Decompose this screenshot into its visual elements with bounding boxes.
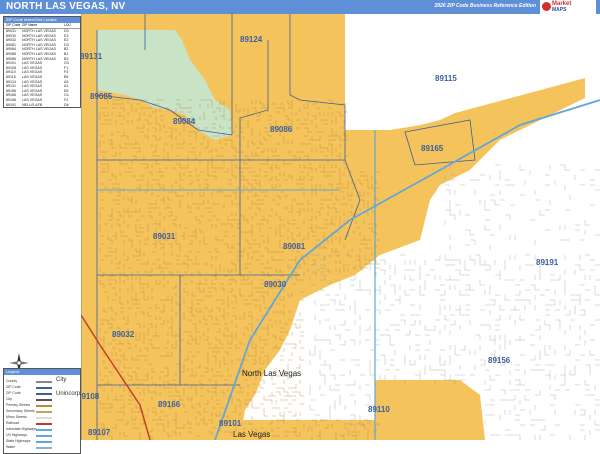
zip-code-label[interactable]: 89086 bbox=[270, 125, 292, 134]
zip-index-table: ZIP Code Index/Grid Locator ZIP Code ZIP… bbox=[3, 16, 81, 109]
zip-code-label[interactable]: 89081 bbox=[283, 242, 305, 251]
zip-code-label[interactable]: 89166 bbox=[158, 400, 180, 409]
legend-row-label: Interstate Highways bbox=[6, 427, 37, 431]
title-bar: NORTH LAS VEGAS, NV 2026 ZIP Code Busine… bbox=[0, 0, 600, 14]
city-label[interactable]: Las Vegas bbox=[233, 430, 270, 439]
legend-unincorp-label: Unincorp. bbox=[56, 391, 82, 397]
legend-row-label: Water bbox=[6, 445, 16, 449]
zip-code-label[interactable]: 89108 bbox=[81, 392, 99, 401]
zip-table-body: 89031 NORTH LAS VEGAS D3 89030 NORTH LAS VEG… bbox=[4, 29, 80, 107]
legend-row-label: City bbox=[6, 397, 13, 401]
publisher-logo: Market MAPS bbox=[540, 0, 596, 14]
legend-swatch bbox=[36, 399, 52, 401]
zip-code-label[interactable]: 89110 bbox=[368, 405, 390, 414]
legend-swatch bbox=[36, 393, 52, 395]
logo-line-2: MAPS bbox=[552, 7, 567, 13]
legend-row-label: Primary Streets bbox=[6, 403, 31, 407]
column-header: ZIP Code bbox=[6, 23, 21, 27]
legend-swatch bbox=[36, 441, 52, 443]
zip-code-label[interactable]: 89191 bbox=[536, 258, 558, 267]
legend-swatch bbox=[36, 423, 52, 425]
legend-row-label: ZIP Code bbox=[6, 385, 21, 389]
legend-swatch bbox=[36, 405, 52, 407]
zip-code-label[interactable]: 89032 bbox=[112, 330, 134, 339]
legend-row-label: Railroad bbox=[6, 421, 20, 425]
legend-swatch bbox=[36, 411, 52, 413]
zip-table-cell: D6 bbox=[64, 102, 69, 107]
zip-code-label[interactable]: 89131 bbox=[81, 52, 102, 61]
column-header: ZIP Name bbox=[22, 23, 38, 27]
legend-row-label: County bbox=[6, 379, 18, 383]
legend-city-label: City bbox=[56, 377, 67, 383]
legend-row-label: US Highways bbox=[6, 433, 28, 437]
map-canvas bbox=[81, 14, 600, 440]
legend-swatch bbox=[36, 417, 52, 419]
zip-code-label[interactable]: 89165 bbox=[421, 144, 443, 153]
map-title: NORTH LAS VEGAS, NV bbox=[6, 1, 126, 12]
edition-label: 2026 ZIP Code Business Reference Edition bbox=[434, 3, 536, 9]
sidebar-panel: ZIP Code Index/Grid Locator ZIP Code ZIP… bbox=[0, 14, 82, 454]
zip-code-label[interactable]: 89030 bbox=[264, 280, 286, 289]
legend-row-label: Secondary Streets bbox=[6, 409, 35, 413]
legend-swatch bbox=[36, 381, 52, 383]
zip-code-label[interactable]: 89124 bbox=[240, 35, 262, 44]
zip-table-cell: 89191 bbox=[6, 102, 16, 107]
legend-title: Legend bbox=[4, 369, 80, 375]
city-label[interactable]: North Las Vegas bbox=[242, 369, 301, 378]
legend-panel: Legend County ZIP Code ZIP Code City Primary… bbox=[3, 368, 82, 454]
zip-table-row: 89191 NELLIS AFB D6 bbox=[4, 103, 80, 108]
zip-code-label[interactable]: 89101 bbox=[219, 419, 241, 428]
zip-code-label[interactable]: 89084 bbox=[173, 117, 195, 126]
zip-area-southeast bbox=[375, 380, 485, 440]
globe-icon bbox=[542, 2, 551, 11]
legend-swatch bbox=[36, 447, 52, 449]
legend-swatch bbox=[36, 387, 52, 389]
legend-swatch bbox=[36, 435, 52, 437]
map-area[interactable]: 89124 89131 89115 89085 89084 89086 89165 89031… bbox=[81, 14, 600, 440]
legend-row-label: Minor Streets bbox=[6, 415, 27, 419]
zip-code-label[interactable]: 89107 bbox=[88, 428, 110, 437]
zip-table-cell: NELLIS AFB bbox=[22, 102, 43, 107]
zip-code-label[interactable]: 89156 bbox=[488, 356, 510, 365]
zip-code-label[interactable]: 89115 bbox=[435, 74, 457, 83]
zip-code-label[interactable]: 89031 bbox=[153, 232, 175, 241]
legend-swatch bbox=[36, 429, 52, 431]
legend-row-label: ZIP Code bbox=[6, 391, 21, 395]
zip-code-label[interactable]: 89085 bbox=[90, 92, 112, 101]
column-header: LOC bbox=[64, 23, 71, 27]
